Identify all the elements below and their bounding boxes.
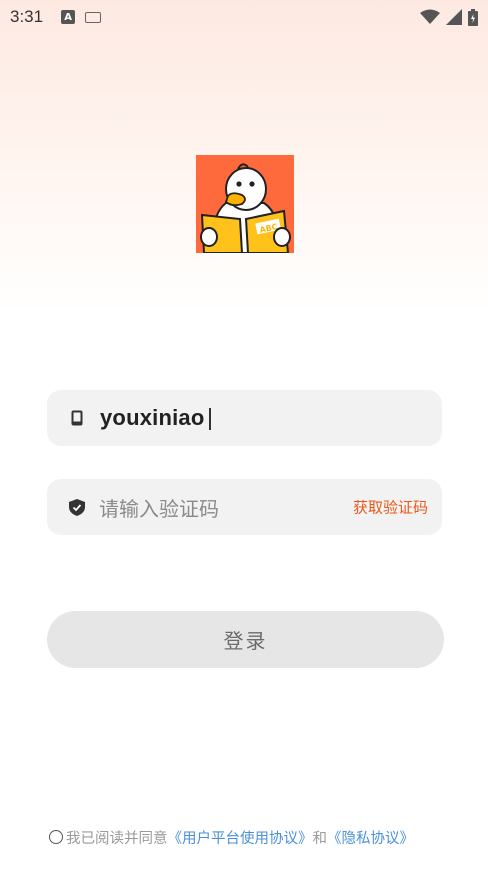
verification-code-field[interactable]: 请输入验证码 获取验证码 [47,479,442,535]
code-input-placeholder[interactable]: 请输入验证码 [99,493,219,522]
text-caret [208,408,211,431]
wifi-icon [420,9,440,24]
status-icons-left: A [61,10,102,24]
privacy-link[interactable]: 《隐私协议》 [327,827,414,848]
a-notification-icon: A [61,10,76,24]
agreement-and: 和 [312,830,328,847]
shield-icon [69,498,85,516]
status-icons-right [420,8,478,26]
status-bar: 3:31 A [0,0,488,34]
signal-icon [446,9,462,25]
duck-reading-book-logo: ABC [196,155,294,253]
status-time: 3:31 [10,7,44,26]
keyboard-icon [85,11,102,23]
get-code-button[interactable]: 获取验证码 [353,497,428,518]
login-button[interactable]: 登录 [47,611,444,668]
phone-input-value[interactable]: youxiniao [100,405,211,431]
phone-field[interactable]: youxiniao [47,390,442,446]
agreement-row: 我已阅读并同意 《用户平台使用协议》 和 《隐私协议》 [49,826,414,848]
user-agreement-link[interactable]: 《用户平台使用协议》 [168,827,313,848]
battery-icon [468,8,478,26]
app-logo: ABC [196,155,294,253]
agreement-prefix: 我已阅读并同意 [66,830,168,847]
agreement-radio[interactable] [49,830,63,844]
phone-icon [69,410,85,426]
